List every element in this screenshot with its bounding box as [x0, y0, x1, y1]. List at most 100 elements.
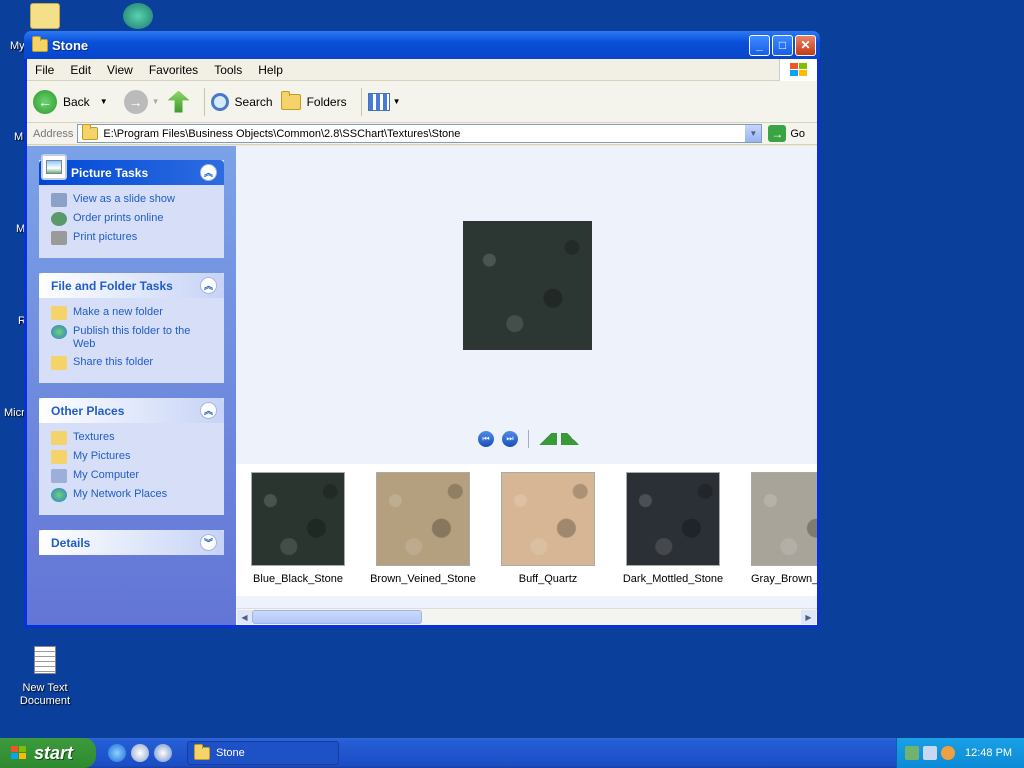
search-tray-icon[interactable] — [941, 746, 955, 760]
desktop-icon-label: New Text Document — [19, 682, 71, 707]
start-label: start — [34, 742, 74, 763]
collapse-chevron-icon[interactable]: ︽ — [200, 164, 217, 181]
next-image-icon[interactable]: ⏭ — [502, 431, 518, 447]
back-dropdown-icon[interactable]: ▼ — [100, 97, 108, 106]
desktop-icon-globe[interactable] — [123, 3, 153, 29]
window-title: Stone — [52, 37, 89, 53]
share-folder-icon — [51, 356, 67, 370]
collapse-chevron-icon[interactable]: ︽ — [200, 402, 217, 419]
close-button[interactable]: ✕ — [795, 34, 816, 56]
thumbnail[interactable]: Brown_Veined_Stone — [363, 472, 483, 585]
start-button[interactable]: start — [0, 738, 96, 768]
up-folder-button[interactable] — [167, 90, 190, 113]
menu-edit[interactable]: Edit — [62, 63, 99, 77]
picture-tasks-panel: Picture Tasks ︽ View as a slide show Ord… — [39, 154, 224, 258]
image-preview[interactable] — [463, 221, 592, 350]
other-places-title: Other Places — [51, 403, 125, 418]
desktop-icon-new-text-document[interactable]: New Text Document — [10, 646, 80, 708]
controls-separator — [528, 430, 529, 448]
menu-file[interactable]: File — [27, 63, 62, 77]
search-button[interactable]: Search — [210, 92, 273, 111]
place-textures[interactable]: Textures — [51, 431, 214, 445]
file-folder-tasks-title: File and Folder Tasks — [51, 278, 173, 293]
task-label: Make a new folder — [73, 306, 163, 318]
rotate-counterclockwise-icon[interactable] — [561, 433, 579, 445]
place-label: My Computer — [73, 469, 140, 481]
computer-icon — [51, 469, 67, 483]
forward-dropdown-icon[interactable]: ▼ — [152, 97, 160, 106]
expand-chevron-icon[interactable]: ︾ — [200, 534, 217, 551]
back-arrow-icon: ← — [33, 89, 57, 114]
place-label: My Network Places — [73, 488, 168, 500]
viewer-controls: ⏮ ⏭ — [478, 430, 579, 448]
task-view-slideshow[interactable]: View as a slide show — [51, 193, 214, 207]
place-my-computer[interactable]: My Computer — [51, 469, 214, 483]
quick-launch — [108, 744, 177, 762]
task-publish-folder[interactable]: Publish this folder to the Web — [51, 325, 214, 351]
menu-view[interactable]: View — [99, 63, 141, 77]
maximize-button[interactable]: □ — [772, 34, 793, 56]
place-my-pictures[interactable]: My Pictures — [51, 450, 214, 464]
toolbar-separator — [360, 87, 362, 116]
order-prints-icon — [51, 212, 67, 226]
task-order-prints[interactable]: Order prints online — [51, 212, 214, 226]
views-button[interactable]: ▼ — [367, 92, 401, 111]
thumbnail[interactable]: Dark_Mottled_Stone — [613, 472, 733, 585]
desktop-partial-label: Micr — [4, 407, 25, 419]
folders-label: Folders — [306, 94, 347, 109]
views-icon — [367, 92, 390, 111]
clock: 12:48 PM — [965, 747, 1013, 759]
scroll-left-icon[interactable]: ◀ — [237, 610, 252, 624]
desktop-icon-my-documents[interactable] — [30, 3, 60, 29]
internet-explorer-icon[interactable] — [108, 744, 126, 762]
thumbnail-image — [501, 472, 595, 566]
thumbnail-image — [251, 472, 345, 566]
network-connection-icon[interactable] — [923, 746, 937, 760]
thumbnail[interactable]: Blue_Black_Stone — [238, 472, 358, 585]
rotate-clockwise-icon[interactable] — [539, 433, 557, 445]
details-header[interactable]: Details ︾ — [39, 530, 224, 555]
task-label: Publish this folder to the Web — [73, 325, 191, 350]
tray-app-icon[interactable] — [905, 746, 919, 760]
task-print-pictures[interactable]: Print pictures — [51, 231, 214, 245]
address-bar: Address E:\Program Files\Business Object… — [27, 123, 817, 145]
go-button[interactable]: → Go — [762, 125, 817, 142]
filmstrip-viewer: ⏮ ⏭ Blue_Black_Stone Brown_Veined_Stone — [236, 146, 817, 625]
other-places-panel: Other Places ︽ Textures My Pictures My C… — [39, 398, 224, 515]
file-folder-tasks-header[interactable]: File and Folder Tasks ︽ — [39, 273, 224, 298]
menu-favorites[interactable]: Favorites — [141, 63, 206, 77]
text-document-icon — [34, 646, 56, 674]
back-button[interactable]: ← Back ▼ — [33, 89, 108, 114]
media-player-icon[interactable] — [154, 744, 172, 762]
menu-tools[interactable]: Tools — [206, 63, 250, 77]
horizontal-scrollbar[interactable]: ◀ ▶ — [236, 608, 817, 625]
address-input[interactable]: E:\Program Files\Business Objects\Common… — [77, 124, 763, 143]
scrollbar-thumb[interactable] — [252, 610, 422, 624]
system-tray: 12:48 PM — [896, 738, 1024, 768]
show-desktop-icon[interactable] — [131, 744, 149, 762]
folders-button[interactable]: Folders — [280, 90, 347, 110]
thumbnail[interactable]: Gray_Brown_S — [738, 472, 817, 585]
address-dropdown-icon[interactable]: ▼ — [745, 125, 762, 142]
minimize-button[interactable]: _ — [749, 34, 770, 56]
other-places-header[interactable]: Other Places ︽ — [39, 398, 224, 423]
details-panel: Details ︾ — [39, 530, 224, 555]
taskbar-button-stone[interactable]: Stone — [187, 741, 339, 765]
task-share-folder[interactable]: Share this folder — [51, 356, 214, 370]
forward-button[interactable]: → ▼ — [116, 89, 160, 114]
filmstrip: Blue_Black_Stone Brown_Veined_Stone Buff… — [236, 464, 817, 596]
scroll-right-icon[interactable]: ▶ — [801, 610, 816, 624]
collapse-chevron-icon[interactable]: ︽ — [200, 277, 217, 294]
place-my-network-places[interactable]: My Network Places — [51, 488, 214, 502]
title-bar[interactable]: Stone _ □ ✕ — [24, 31, 820, 59]
previous-image-icon[interactable]: ⏮ — [478, 431, 494, 447]
other-places-body: Textures My Pictures My Computer My Netw… — [39, 423, 224, 515]
task-make-new-folder[interactable]: Make a new folder — [51, 306, 214, 320]
desktop-partial-label: My — [10, 40, 25, 52]
menu-help[interactable]: Help — [250, 63, 291, 77]
thumbnail[interactable]: Buff_Quartz — [488, 472, 608, 585]
content-area: Picture Tasks ︽ View as a slide show Ord… — [27, 146, 817, 625]
go-arrow-icon: → — [768, 125, 787, 142]
picture-tasks-header[interactable]: Picture Tasks ︽ — [39, 154, 224, 185]
thumbnail-caption: Buff_Quartz — [518, 573, 578, 585]
